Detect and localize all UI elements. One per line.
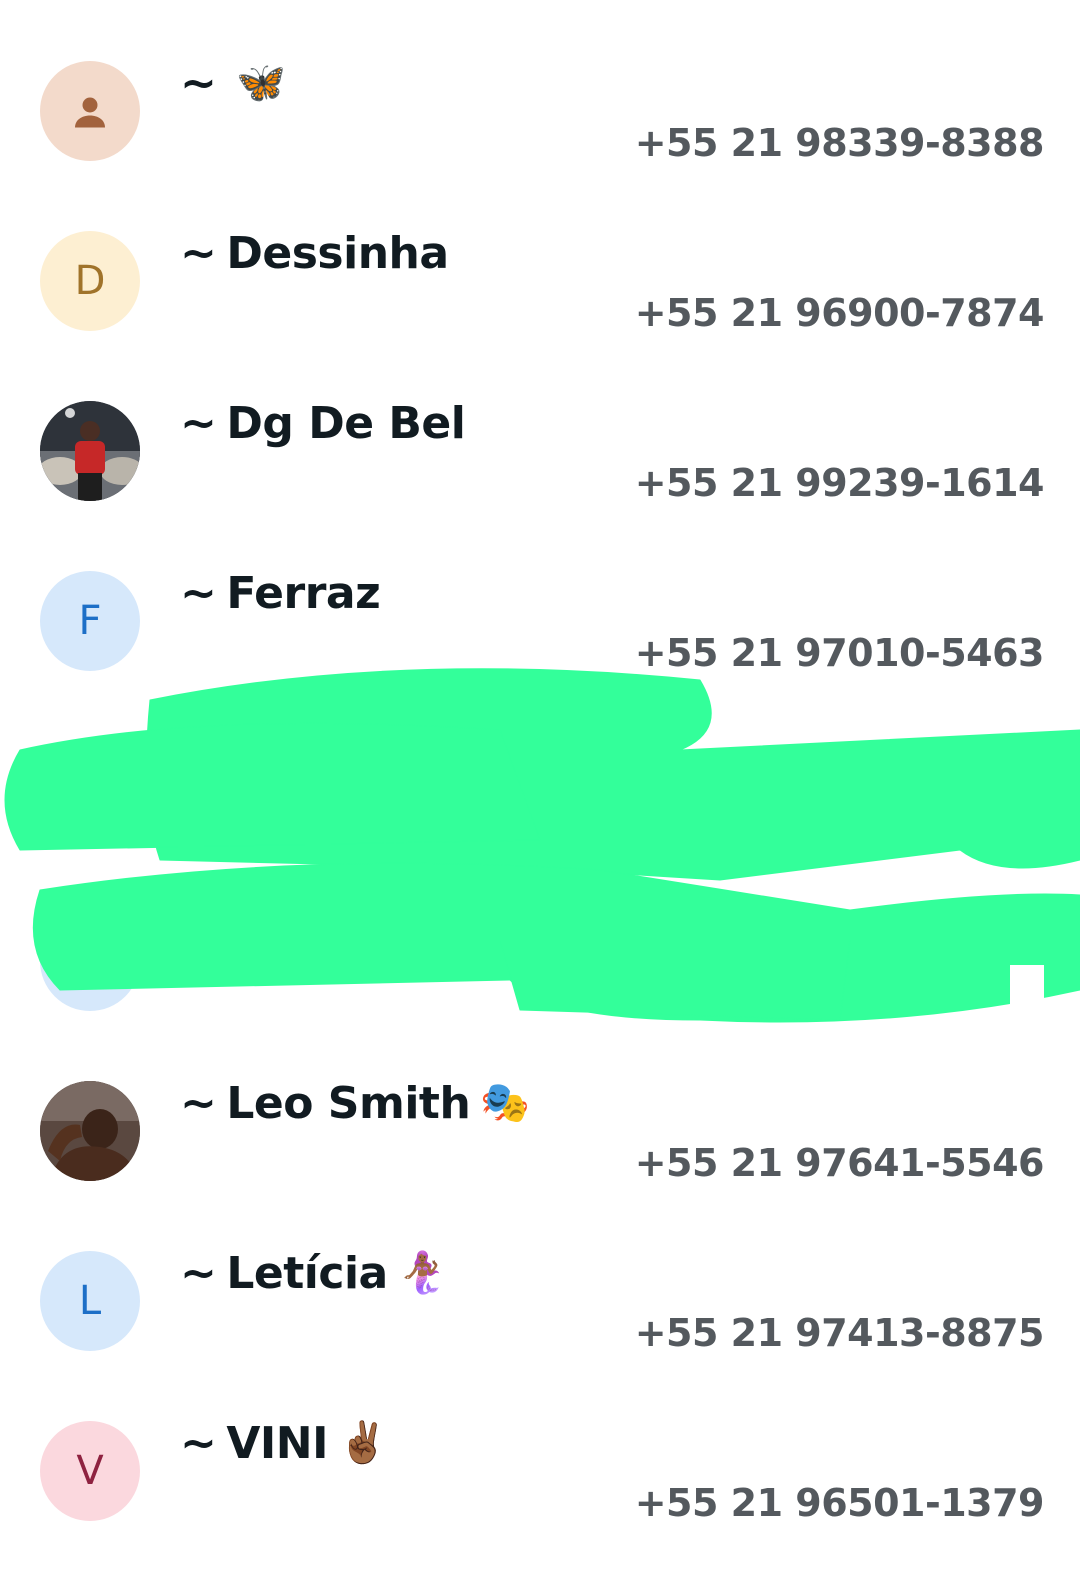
contact-phone: +55 21 98339-8388 bbox=[634, 121, 1045, 165]
performing-arts-icon: 🎭 bbox=[480, 1080, 530, 1126]
contact-name: ~ Ferraz bbox=[180, 563, 381, 623]
contact-row[interactable]: ~ Leo Smith 🎭 +55 21 97641-5546 bbox=[0, 1078, 1080, 1251]
contact-row[interactable]: ~ Dg De Bel +55 21 99239-1614 bbox=[0, 398, 1080, 571]
mermaid-icon: 🧜🏾‍♀️ bbox=[397, 1250, 448, 1296]
contact-row[interactable]: V ~ VINI ✌🏾 +55 21 96501-1379 bbox=[0, 1418, 1080, 1591]
profile-photo bbox=[40, 1081, 140, 1181]
contact-name-text: Dg De Bel bbox=[226, 397, 466, 449]
tilde: ~ bbox=[180, 1417, 217, 1469]
contact-name: ~ VINI ✌🏾 bbox=[180, 1413, 388, 1473]
contact-name: ~ Letícia 🧜🏾‍♀️ bbox=[180, 1243, 448, 1303]
contact-avatar[interactable]: D bbox=[40, 231, 140, 331]
tilde: ~ bbox=[180, 227, 217, 279]
contact-name-text: VINI bbox=[226, 1417, 328, 1469]
person-icon bbox=[75, 97, 105, 128]
redacted-avatar bbox=[40, 911, 140, 1011]
contact-phone: +55 21 97413-8875 bbox=[634, 1311, 1045, 1355]
contact-phone: +55 21 97010-5463 bbox=[634, 631, 1045, 675]
tilde: ~ bbox=[180, 397, 217, 449]
tilde: ~ bbox=[180, 567, 217, 619]
contact-row[interactable]: ~ 🦋 +55 21 98339-8388 bbox=[0, 58, 1080, 231]
avatar-initial: L bbox=[78, 1278, 102, 1324]
contact-avatar[interactable]: L bbox=[40, 1251, 140, 1351]
contact-name-text: Letícia bbox=[226, 1247, 388, 1299]
contact-name-text: Ferraz bbox=[226, 567, 381, 619]
contact-avatar[interactable] bbox=[40, 401, 140, 501]
butterfly-icon: 🦋 bbox=[236, 60, 286, 106]
contact-avatar[interactable]: F bbox=[40, 571, 140, 671]
contact-name: ~ 🦋 bbox=[180, 53, 286, 113]
avatar-initial: D bbox=[74, 258, 106, 304]
contact-phone: +55 21 96900-7874 bbox=[634, 291, 1045, 335]
tilde: ~ bbox=[180, 57, 217, 109]
contact-name: ~ Leo Smith 🎭 bbox=[180, 1073, 530, 1133]
contact-row[interactable]: D ~ Dessinha +55 21 96900-7874 bbox=[0, 228, 1080, 401]
contact-phone: +55 21 99239-1614 bbox=[634, 461, 1045, 505]
contact-phone: +55 21 96501-1379 bbox=[634, 1481, 1045, 1525]
contact-avatar[interactable] bbox=[40, 61, 140, 161]
contact-name-text: Leo Smith bbox=[226, 1077, 471, 1129]
avatar-initial: F bbox=[78, 598, 102, 644]
contact-name: ~ Dessinha bbox=[180, 223, 449, 283]
contact-phone: +55 21 97641-5546 bbox=[634, 1141, 1045, 1185]
contact-avatar[interactable] bbox=[40, 1081, 140, 1181]
tilde: ~ bbox=[180, 1247, 217, 1299]
tilde: ~ bbox=[180, 1077, 217, 1129]
contact-avatar[interactable]: V bbox=[40, 1421, 140, 1521]
avatar-initial: V bbox=[76, 1448, 104, 1494]
profile-photo bbox=[40, 401, 140, 501]
contact-row[interactable]: F ~ Ferraz +55 21 97010-5463 bbox=[0, 568, 1080, 741]
partial-phone-fragment bbox=[1010, 965, 1044, 1005]
contact-name-text: Dessinha bbox=[226, 227, 449, 279]
contact-row[interactable]: L ~ Letícia 🧜🏾‍♀️ +55 21 97413-8875 bbox=[0, 1248, 1080, 1421]
victory-hand-icon: ✌🏾 bbox=[338, 1420, 388, 1466]
contact-name: ~ Dg De Bel bbox=[180, 393, 466, 453]
